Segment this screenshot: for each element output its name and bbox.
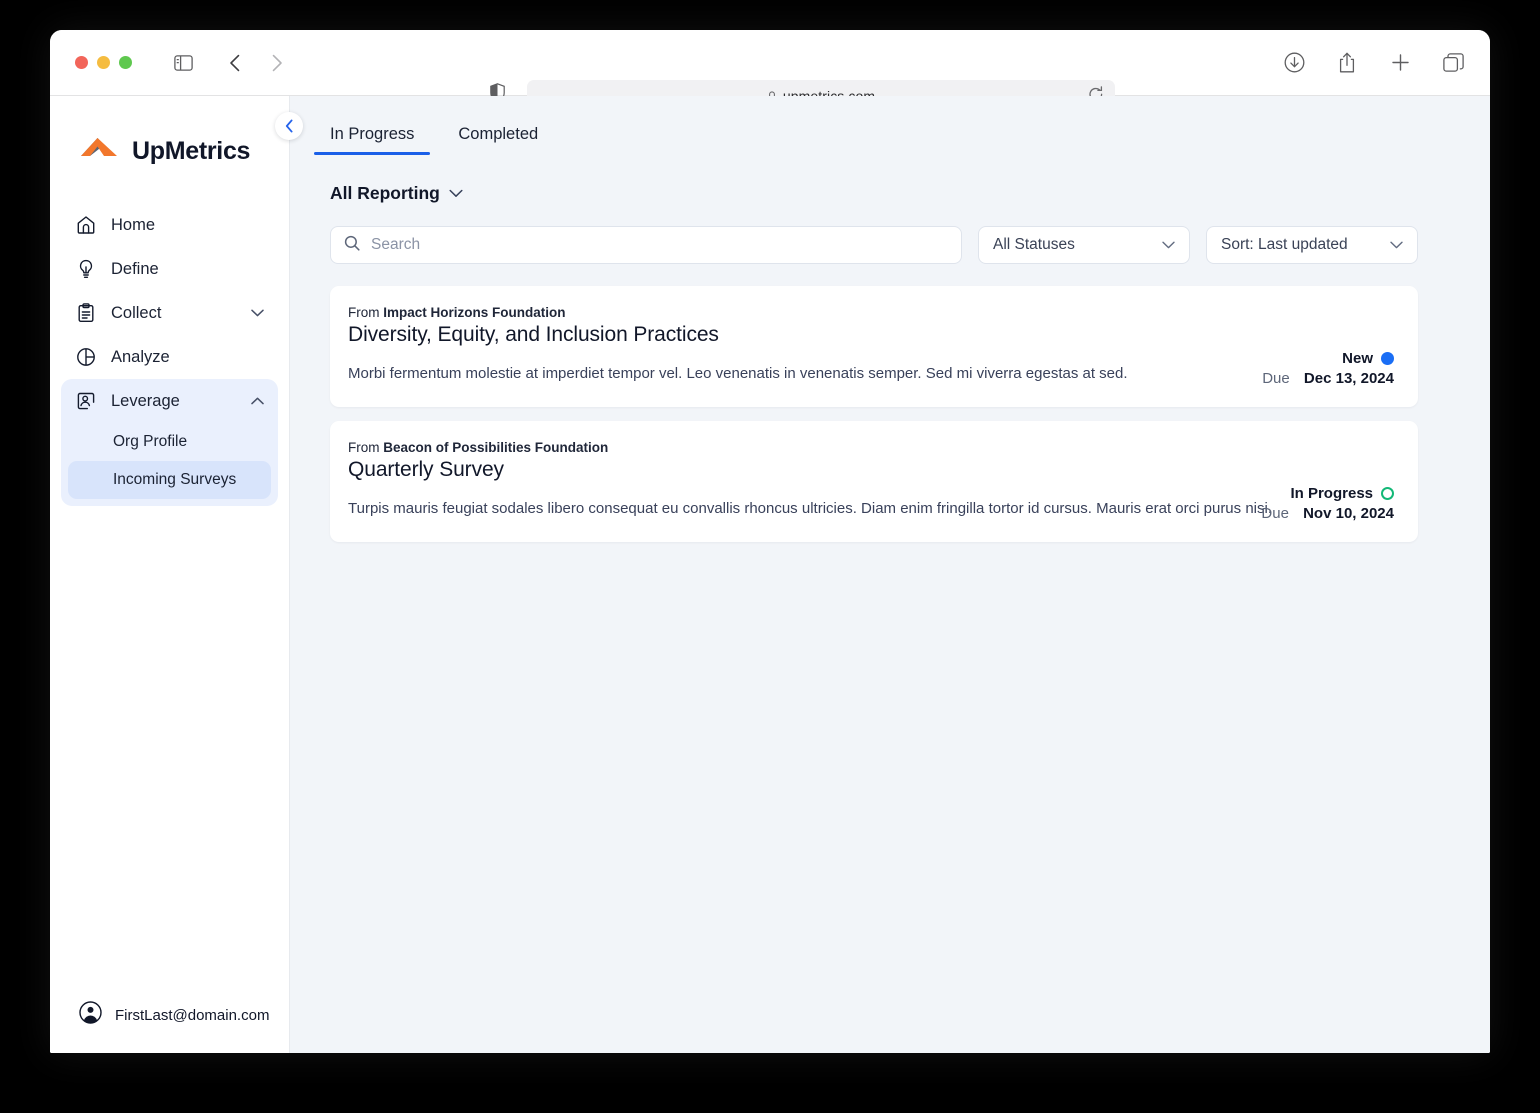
sidebar-item-define[interactable]: Define <box>61 247 278 291</box>
back-arrow-icon[interactable] <box>222 50 248 76</box>
app-container: UpMetrics Home Define Collect Analyze Le… <box>50 96 1490 1053</box>
clipboard-icon <box>75 303 96 324</box>
sidebar-item-label: Analyze <box>111 347 170 366</box>
sidebar-user-footer[interactable]: FirstLast@domain.com <box>50 1001 289 1053</box>
home-icon <box>75 215 96 236</box>
minimize-window-button[interactable] <box>97 56 110 69</box>
survey-card-list: From Impact Horizons Foundation Diversit… <box>330 286 1418 542</box>
sidebar-subitem-label: Org Profile <box>113 433 188 450</box>
tab-overview-icon[interactable] <box>1440 50 1466 76</box>
search-input[interactable] <box>371 236 948 254</box>
sort-filter-select[interactable]: Sort: Last updated <box>1206 226 1418 264</box>
survey-card-meta: In Progress Due Nov 10, 2024 <box>1261 485 1394 522</box>
sidebar-item-home[interactable]: Home <box>61 203 278 247</box>
sidebar-subnav-leverage: Org Profile Incoming Surveys <box>61 423 278 499</box>
due-label: Due <box>1262 369 1290 387</box>
brand-name: UpMetrics <box>132 137 251 165</box>
status-label: New <box>1342 349 1373 367</box>
search-icon <box>344 235 360 256</box>
status-filter-select[interactable]: All Statuses <box>978 226 1190 264</box>
survey-card[interactable]: From Impact Horizons Foundation Diversit… <box>330 286 1418 407</box>
user-card-icon <box>75 391 96 412</box>
search-box[interactable] <box>330 226 962 264</box>
survey-card-org: Beacon of Possibilities Foundation <box>383 439 609 455</box>
sidebar-item-label: Define <box>111 259 159 278</box>
sidebar-item-label: Leverage <box>111 391 180 410</box>
status-indicator-icon <box>1381 351 1394 365</box>
chevron-down-icon[interactable] <box>251 309 264 317</box>
close-window-button[interactable] <box>75 56 88 69</box>
filter-row: All Statuses Sort: Last updated <box>330 226 1418 264</box>
sidebar-group-leverage: Leverage Org Profile Incoming Surveys <box>61 379 278 506</box>
main-content: In Progress Completed All Reporting Sear… <box>290 96 1490 1053</box>
download-icon[interactable] <box>1281 50 1307 76</box>
status-label: In Progress <box>1290 484 1373 502</box>
brand-logo-area: UpMetrics <box>50 96 289 169</box>
browser-toolbar: upmetrics.com <box>50 30 1490 111</box>
sidebar-collapse-button[interactable] <box>275 112 303 140</box>
survey-card-description: Turpis mauris feugiat sodales libero con… <box>348 499 1272 517</box>
sidebar-nav: Home Define Collect Analyze Leverage Org… <box>50 203 289 506</box>
upmetrics-logo-icon <box>79 134 119 169</box>
sidebar-toggle-icon[interactable] <box>170 50 196 76</box>
from-label: From <box>348 439 380 455</box>
chevron-down-icon <box>449 189 463 198</box>
sidebar-item-collect[interactable]: Collect <box>61 291 278 335</box>
all-reporting-dropdown[interactable]: All Reporting <box>330 183 463 204</box>
status-badge: In Progress <box>1261 485 1394 502</box>
sort-filter-value: Sort: Last updated <box>1221 236 1348 253</box>
forward-arrow-icon[interactable] <box>264 50 290 76</box>
due-date-value: Nov 10, 2024 <box>1303 504 1394 522</box>
maximize-window-button[interactable] <box>119 56 132 69</box>
sidebar-item-label: Collect <box>111 303 162 322</box>
survey-card-description: Morbi fermentum molestie at imperdiet te… <box>348 365 1128 382</box>
user-avatar-icon <box>79 1001 102 1029</box>
user-email: FirstLast@domain.com <box>115 1006 270 1024</box>
survey-tabs: In Progress Completed <box>314 96 1418 155</box>
chevron-down-icon <box>1162 241 1175 249</box>
due-label: Due <box>1261 504 1289 522</box>
plus-icon[interactable] <box>1387 50 1413 76</box>
tab-label: Completed <box>458 125 539 143</box>
all-reporting-label: All Reporting <box>330 183 440 203</box>
sidebar-item-label: Home <box>111 215 156 234</box>
due-date-row: Due Dec 13, 2024 <box>1262 370 1394 387</box>
status-filter-value: All Statuses <box>993 236 1075 253</box>
lightbulb-icon <box>75 259 96 280</box>
survey-card-title: Diversity, Equity, and Inclusion Practic… <box>348 323 719 346</box>
nav-arrows <box>222 50 290 76</box>
sidebar-item-leverage[interactable]: Leverage <box>61 379 278 423</box>
status-indicator-icon <box>1381 486 1394 500</box>
share-icon[interactable] <box>1334 50 1360 76</box>
due-date-row: Due Nov 10, 2024 <box>1261 505 1394 522</box>
sidebar-item-analyze[interactable]: Analyze <box>61 335 278 379</box>
tab-in-progress[interactable]: In Progress <box>314 123 431 155</box>
window-traffic-lights <box>75 56 132 69</box>
toolbar-right-actions <box>1281 50 1466 76</box>
due-date-value: Dec 13, 2024 <box>1303 369 1394 387</box>
tab-label: In Progress <box>330 125 415 143</box>
browser-window: upmetrics.com <box>50 30 1490 1053</box>
survey-card[interactable]: From Beacon of Possibilities Foundation … <box>330 420 1418 542</box>
survey-card-from: From Impact Horizons Foundation <box>348 305 1394 320</box>
chevron-left-icon <box>285 119 292 133</box>
sidebar-subitem-label: Incoming Surveys <box>113 471 237 488</box>
from-label: From <box>348 305 380 320</box>
survey-card-title: Quarterly Survey <box>348 457 504 481</box>
survey-card-org: Impact Horizons Foundation <box>383 305 566 320</box>
sidebar-item-org-profile[interactable]: Org Profile <box>68 423 271 461</box>
survey-card-meta: New Due Dec 13, 2024 <box>1262 350 1394 387</box>
survey-card-from: From Beacon of Possibilities Foundation <box>348 440 1394 455</box>
sidebar: UpMetrics Home Define Collect Analyze Le… <box>50 96 303 1053</box>
chevron-down-icon <box>1390 241 1403 249</box>
sidebar-item-incoming-surveys[interactable]: Incoming Surveys <box>68 461 271 499</box>
tab-completed[interactable]: Completed <box>442 123 554 155</box>
status-badge: New <box>1262 350 1394 367</box>
pie-chart-icon <box>75 347 96 368</box>
chevron-up-icon[interactable] <box>251 397 264 405</box>
